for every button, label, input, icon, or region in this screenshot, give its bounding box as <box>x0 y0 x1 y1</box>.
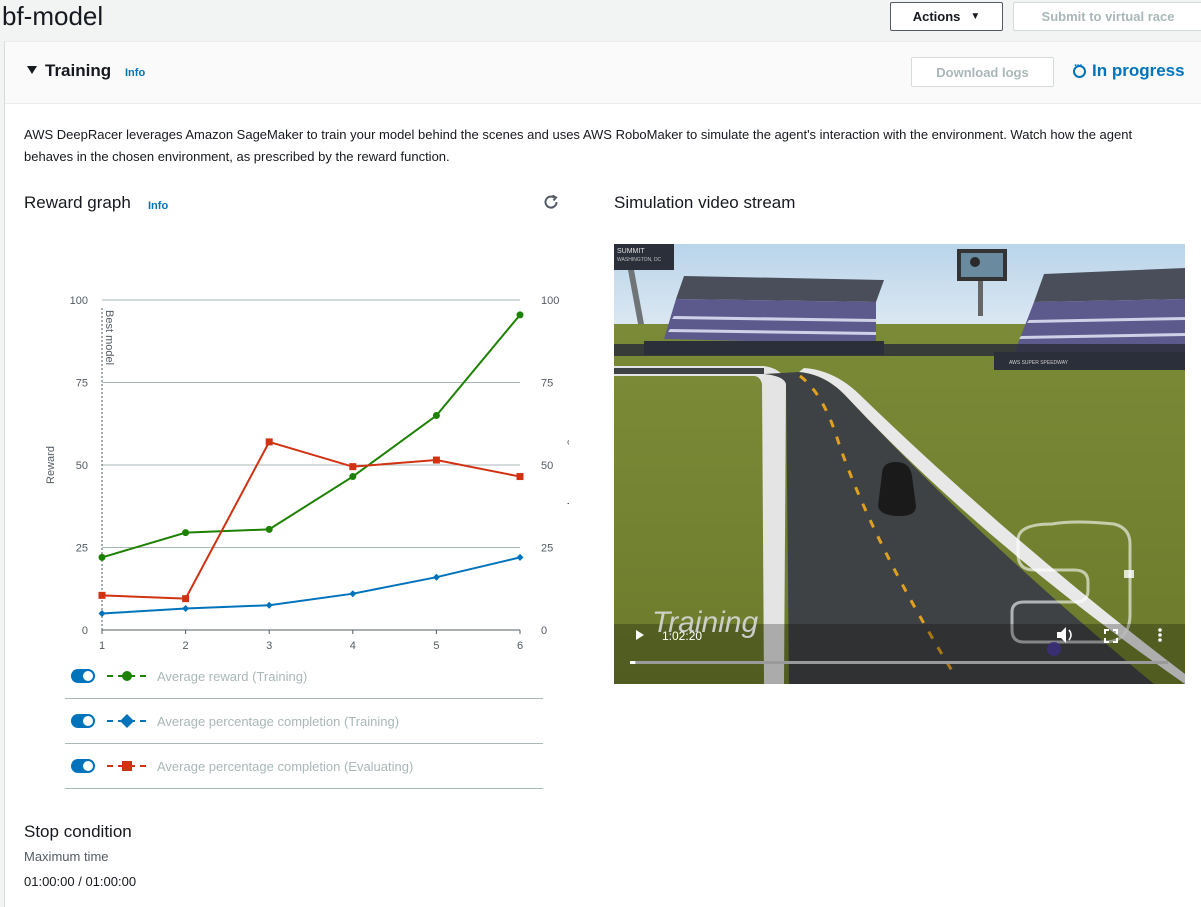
data-point <box>432 456 440 464</box>
reward-graph-info-link[interactable]: Info <box>148 200 168 212</box>
simulation-frame: SUMMIT WASHINGTON, DC AWS SUPER SPEEDWAY <box>614 244 1185 684</box>
series-line-0 <box>101 314 521 559</box>
page-title: bf-model <box>2 1 104 31</box>
y2-tick-label: 75 <box>541 378 553 390</box>
caret-down-icon: ▼ <box>970 11 981 22</box>
download-logs-button[interactable]: Download logs <box>911 57 1054 87</box>
training-info-link[interactable]: Info <box>125 67 145 79</box>
video-timestamp: 1:02:20 <box>662 629 702 643</box>
toggle-average-percentage-completion-evaluating[interactable] <box>71 759 95 773</box>
data-point <box>265 601 273 609</box>
x-tick-label: 5 <box>433 640 439 652</box>
stop-condition-label: Maximum time <box>24 849 109 864</box>
toggle-average-percentage-completion-training[interactable] <box>71 714 95 728</box>
reward-chart: 00252550507575100100123456IterationRewar… <box>45 295 569 652</box>
green-circle-line-icon <box>107 671 147 681</box>
submit-to-virtual-race-button[interactable]: Submit to virtual race <box>1013 2 1201 31</box>
data-point <box>265 525 273 533</box>
reward-graph-title: Reward graph <box>24 193 131 212</box>
video-progress-fill <box>630 661 636 664</box>
y2-tick-label: 0 <box>541 625 547 637</box>
stop-condition-title: Stop condition <box>24 822 132 841</box>
series-line-1 <box>101 556 521 615</box>
data-point <box>432 412 440 419</box>
legend-item-average-percentage-completion-evaluating[interactable]: Average percentage completion (Evaluatin… <box>65 744 543 789</box>
y2-tick-label: 25 <box>541 543 553 555</box>
y-tick-label: 50 <box>76 460 88 472</box>
best-model-label: Best model <box>103 310 115 365</box>
data-point <box>516 473 524 481</box>
training-panel-header: Training Info Download logs In progress <box>5 42 1201 104</box>
refresh-icon[interactable] <box>542 193 560 211</box>
data-point <box>182 605 190 613</box>
actions-label: Actions <box>912 9 961 24</box>
x-tick-label: 4 <box>350 640 356 652</box>
data-point <box>98 610 106 617</box>
data-point <box>182 595 190 603</box>
data-point <box>349 590 357 598</box>
y2-tick-label: 50 <box>541 460 553 472</box>
data-point <box>265 438 273 446</box>
data-point <box>349 473 357 481</box>
speedway-text: AWS SUPER SPEEDWAY <box>1009 360 1069 366</box>
legend-label: Average percentage completion (Training) <box>157 713 400 729</box>
data-point <box>516 553 524 561</box>
y-tick-label: 0 <box>82 625 88 637</box>
data-point <box>98 553 106 561</box>
legend-label: Average reward (Training) <box>157 668 308 684</box>
toggle-average-reward-training[interactable] <box>71 669 95 683</box>
training-header[interactable]: Training <box>45 61 111 81</box>
simulation-video[interactable]: SUMMIT WASHINGTON, DC AWS SUPER SPEEDWAY <box>614 244 1185 684</box>
in-progress-icon <box>1073 60 1086 78</box>
data-point <box>432 573 440 581</box>
y2-axis-label: Percentage track completion <box>567 395 569 534</box>
y-tick-label: 100 <box>70 295 88 307</box>
blue-diamond-line-icon <box>107 714 147 728</box>
x-tick-label: 3 <box>266 640 272 652</box>
banner-sub-text: WASHINGTON, DC <box>617 257 662 263</box>
data-point <box>349 463 357 471</box>
y-tick-label: 25 <box>76 543 88 555</box>
banner-text: SUMMIT <box>617 248 645 255</box>
legend-label: Average percentage completion (Evaluatin… <box>157 758 414 774</box>
actions-button[interactable]: Actions ▼ <box>890 2 1003 31</box>
x-tick-label: 1 <box>99 640 105 652</box>
training-status: In progress <box>1073 60 1185 81</box>
training-description: AWS DeepRacer leverages Amazon SageMaker… <box>24 127 1133 164</box>
more-options-icon[interactable] <box>1158 628 1162 642</box>
x-tick-label: 6 <box>517 640 523 652</box>
legend-item-average-percentage-completion-training[interactable]: Average percentage completion (Training) <box>65 699 543 744</box>
red-square-line-icon <box>107 761 147 771</box>
data-point <box>516 311 524 319</box>
status-label: In progress <box>1092 61 1185 80</box>
stop-condition-value: 01:00:00 / 01:00:00 <box>24 874 137 889</box>
y2-tick-label: 100 <box>541 295 559 307</box>
y-axis-label: Reward <box>45 446 57 484</box>
data-point <box>98 591 106 599</box>
simulation-title: Simulation video stream <box>614 193 796 212</box>
video-progress-bar[interactable] <box>630 661 1168 664</box>
legend-item-average-reward-training[interactable]: Average reward (Training) <box>65 654 543 699</box>
x-tick-label: 2 <box>183 640 189 652</box>
collapse-triangle-icon[interactable] <box>27 66 37 74</box>
y-tick-label: 75 <box>76 378 88 390</box>
data-point <box>182 529 190 537</box>
training-panel: Training Info Download logs In progress … <box>4 41 1201 907</box>
